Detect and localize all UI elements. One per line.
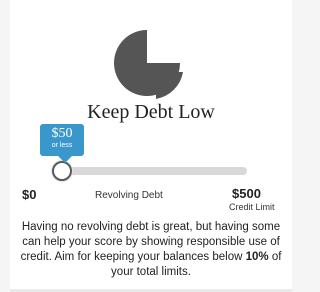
tooltip-sub-label: or less	[51, 142, 73, 149]
tooltip-value: $50	[51, 126, 73, 141]
slider-track[interactable]	[60, 167, 247, 175]
slider-axis-label: Revolving Debt	[95, 190, 163, 201]
slider-handle[interactable]	[52, 161, 72, 181]
description-body: Having no revolving debt is great, but h…	[20, 221, 281, 263]
slider-max-sub-label: Credit Limit	[229, 202, 275, 212]
slider-tooltip: $50 or less	[40, 124, 84, 163]
slider-min-label: $0	[22, 187, 37, 202]
description-highlight: 10%	[245, 251, 269, 263]
description-text: Having no revolving debt is great, but h…	[16, 220, 286, 280]
slider-max-label: $500	[232, 186, 261, 201]
recommendation-card: Keep Debt Low $50 or less $0 Revolving D…	[10, 0, 292, 292]
